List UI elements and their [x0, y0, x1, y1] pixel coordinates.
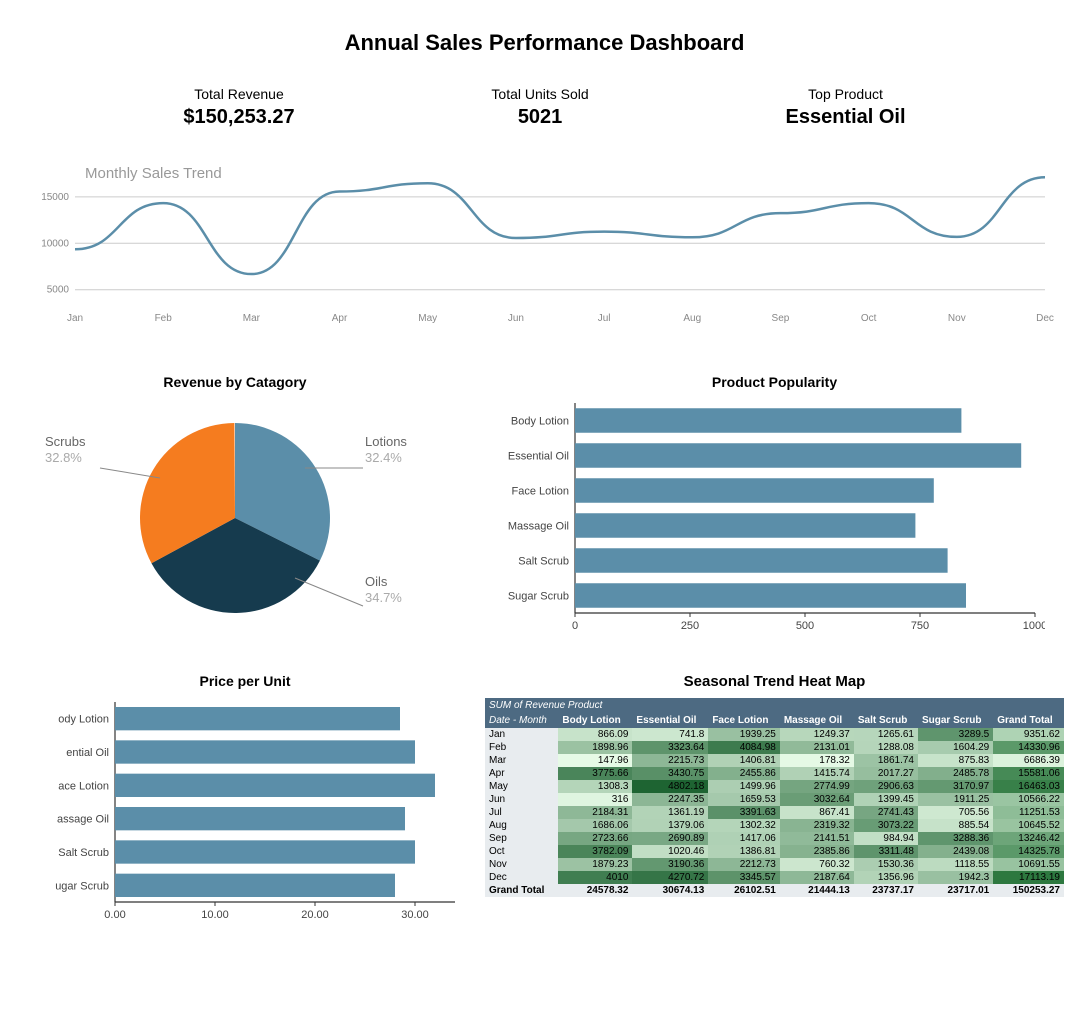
svg-text:ential Oil: ential Oil	[66, 747, 109, 759]
pie-title: Revenue by Catagory	[25, 374, 445, 390]
kpi-units-value: 5021	[491, 106, 588, 129]
svg-text:Dec: Dec	[1036, 313, 1054, 324]
svg-text:0.00: 0.00	[104, 909, 125, 921]
svg-text:Sugar Scrub: Sugar Scrub	[508, 591, 569, 603]
kpi-top-label: Top Product	[786, 86, 906, 102]
svg-text:15000: 15000	[41, 192, 69, 203]
pie-label: Scrubs32.8%	[45, 434, 85, 465]
svg-text:Massage Oil: Massage Oil	[508, 521, 569, 533]
heat-title: Seasonal Trend Heat Map	[485, 673, 1064, 690]
svg-text:Essential Oil: Essential Oil	[508, 451, 569, 463]
svg-text:20.00: 20.00	[301, 909, 329, 921]
svg-text:500: 500	[796, 620, 814, 632]
product-popularity-chart: Product Popularity 0 250 500 750 1000 Body Lo…	[485, 374, 1064, 643]
monthly-trend-title: Monthly Sales Trend	[85, 165, 222, 182]
kpi-top-value: Essential Oil	[786, 106, 906, 129]
seasonal-heatmap: Seasonal Trend Heat Map SUM of Revenue P…	[485, 673, 1064, 932]
popularity-title: Product Popularity	[485, 374, 1064, 390]
svg-text:ace Lotion: ace Lotion	[58, 780, 109, 792]
dashboard-title: Annual Sales Performance Dashboard	[25, 30, 1064, 56]
svg-text:Body Lotion: Body Lotion	[511, 416, 569, 428]
svg-text:30.00: 30.00	[401, 909, 429, 921]
ppu-title: Price per Unit	[25, 673, 465, 689]
kpi-revenue-label: Total Revenue	[183, 86, 294, 102]
svg-text:0: 0	[572, 620, 578, 632]
kpi-revenue: Total Revenue $150,253.27	[183, 86, 294, 129]
kpi-units: Total Units Sold 5021	[491, 86, 588, 129]
pie-label: Lotions32.4%	[365, 434, 407, 465]
kpi-row: Total Revenue $150,253.27 Total Units So…	[85, 86, 1004, 129]
revenue-by-category-chart: Revenue by Catagory Lotions32.4% Oils34.7…	[25, 374, 445, 643]
svg-text:Jul: Jul	[598, 313, 611, 324]
kpi-revenue-value: $150,253.27	[183, 106, 294, 129]
svg-text:1000: 1000	[1023, 620, 1045, 632]
heat-table: Date - MonthBody LotionEssential OilFace…	[485, 713, 1064, 897]
svg-text:750: 750	[911, 620, 929, 632]
svg-text:Mar: Mar	[243, 313, 261, 324]
price-per-unit-chart: Price per Unit 0.00 10.00 20.00 30.00 ody Lo…	[25, 673, 465, 932]
svg-text:Aug: Aug	[683, 313, 701, 324]
svg-text:ugar Scrub: ugar Scrub	[55, 880, 109, 892]
ppu-svg: 0.00 10.00 20.00 30.00 ody Lotion ential Oil a…	[25, 697, 465, 927]
svg-text:10.00: 10.00	[201, 909, 229, 921]
popularity-svg: 0 250 500 750 1000 Body Lotion Essential Oil Fa…	[485, 398, 1045, 638]
monthly-trend-chart: Monthly Sales Trend 5000 10000 15000 Jan Feb…	[35, 159, 1054, 334]
svg-text:Feb: Feb	[155, 313, 173, 324]
svg-text:Apr: Apr	[332, 313, 348, 324]
svg-text:Jun: Jun	[508, 313, 524, 324]
svg-text:250: 250	[681, 620, 699, 632]
svg-text:assage Oil: assage Oil	[57, 814, 109, 826]
kpi-units-label: Total Units Sold	[491, 86, 588, 102]
svg-text:Nov: Nov	[948, 313, 966, 324]
svg-text:10000: 10000	[41, 238, 69, 249]
svg-text:Jan: Jan	[67, 313, 83, 324]
svg-text:Sep: Sep	[772, 313, 790, 324]
pie-label: Oils34.7%	[365, 574, 402, 605]
svg-text:5000: 5000	[47, 285, 70, 296]
heat-preheader: SUM of Revenue Product	[485, 698, 1064, 713]
svg-text:ody Lotion: ody Lotion	[58, 714, 109, 726]
svg-text:Face Lotion: Face Lotion	[512, 486, 569, 498]
svg-text:Salt Scrub: Salt Scrub	[58, 847, 109, 859]
svg-text:Salt Scrub: Salt Scrub	[518, 556, 569, 568]
kpi-top-product: Top Product Essential Oil	[786, 86, 906, 129]
monthly-trend-svg: 5000 10000 15000 Jan Feb Mar Apr May Jun Jul Aug Se…	[35, 159, 1055, 329]
svg-text:Oct: Oct	[861, 313, 877, 324]
svg-text:May: May	[418, 313, 437, 324]
